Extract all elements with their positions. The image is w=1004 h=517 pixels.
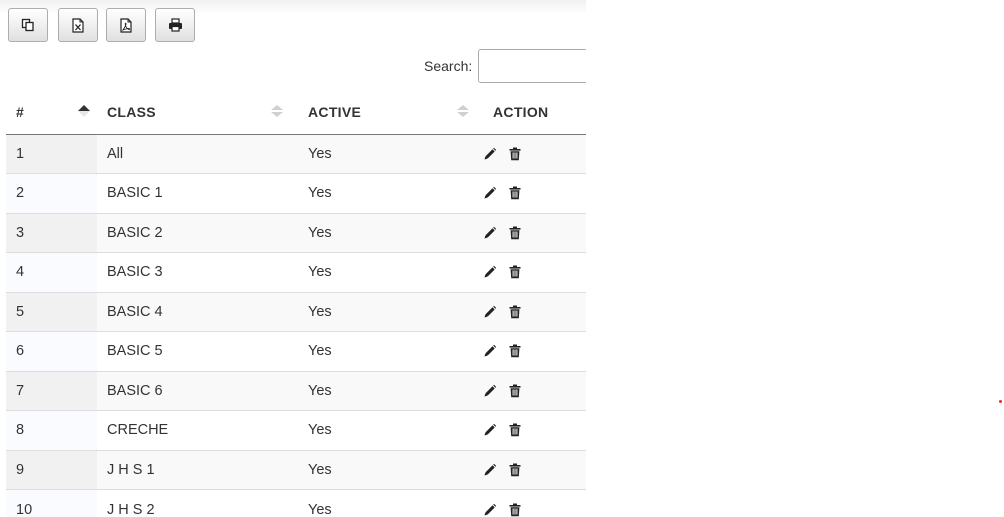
table-row: 1 All Yes	[6, 134, 586, 174]
cell-class: BASIC 4	[97, 291, 298, 332]
cell-active: Yes	[298, 370, 483, 411]
delete-icon[interactable]	[509, 344, 521, 358]
table-row: 3 BASIC 2 Yes	[6, 212, 586, 253]
cell-actions	[483, 212, 586, 253]
cell-actions	[483, 410, 586, 450]
search-input[interactable]	[478, 49, 586, 83]
table-row: 10 J H S 2 Yes	[6, 489, 586, 517]
stray-dot	[999, 400, 1002, 403]
cell-number: 1	[6, 134, 97, 174]
column-header-number[interactable]: #	[6, 90, 97, 135]
edit-icon[interactable]	[483, 423, 497, 437]
column-header-active[interactable]: ACTIVE	[298, 90, 483, 135]
table-row: 7 BASIC 6 Yes	[6, 370, 586, 411]
cell-active: Yes	[298, 489, 483, 517]
cell-number: 10	[6, 489, 97, 517]
excel-button[interactable]	[58, 8, 98, 42]
cell-class: BASIC 5	[97, 331, 298, 371]
table-panel: Search: # CLASS ACTIVE ACTION 1 All Yes …	[0, 0, 586, 517]
cell-class: All	[97, 134, 298, 174]
search-bar: Search:	[0, 49, 586, 83]
cell-active: Yes	[298, 252, 483, 292]
table-row: 4 BASIC 3 Yes	[6, 252, 586, 292]
cell-actions	[483, 370, 586, 411]
cell-active: Yes	[298, 173, 483, 213]
cell-active: Yes	[298, 331, 483, 371]
cell-class: BASIC 1	[97, 173, 298, 213]
delete-icon[interactable]	[509, 226, 521, 240]
cell-actions	[483, 331, 586, 371]
delete-icon[interactable]	[509, 503, 521, 517]
table-row: 5 BASIC 4 Yes	[6, 291, 586, 332]
copy-button[interactable]	[8, 8, 48, 42]
delete-icon[interactable]	[509, 305, 521, 319]
delete-icon[interactable]	[509, 463, 521, 477]
cell-actions	[483, 449, 586, 490]
cell-active: Yes	[298, 410, 483, 450]
column-header-action: ACTION	[483, 90, 586, 135]
delete-icon[interactable]	[509, 147, 521, 161]
print-icon	[168, 18, 183, 32]
cell-active: Yes	[298, 134, 483, 174]
table-row: 8 CRECHE Yes	[6, 410, 586, 450]
edit-icon[interactable]	[483, 226, 497, 240]
sort-both-icon	[455, 104, 471, 121]
delete-icon[interactable]	[509, 384, 521, 398]
cell-number: 8	[6, 410, 97, 450]
search-label: Search:	[424, 58, 473, 74]
pdf-file-icon	[120, 17, 132, 33]
cell-class: J H S 2	[97, 489, 298, 517]
edit-icon[interactable]	[483, 463, 497, 477]
delete-icon[interactable]	[509, 423, 521, 437]
table-row: 9J H S 1 Yes	[6, 449, 586, 490]
edit-icon[interactable]	[483, 384, 497, 398]
cell-class: CRECHE	[97, 410, 298, 450]
delete-icon[interactable]	[509, 265, 521, 279]
classes-table: # CLASS ACTIVE ACTION 1 All Yes 2 BASIC …	[6, 90, 586, 517]
cell-class: BASIC 2	[97, 212, 298, 253]
delete-icon[interactable]	[509, 186, 521, 200]
cell-active: Yes	[298, 449, 483, 490]
cell-number: 2	[6, 173, 97, 213]
cell-actions	[483, 173, 586, 213]
pdf-button[interactable]	[106, 8, 146, 42]
cell-number: 3	[6, 212, 97, 253]
table-header-row: # CLASS ACTIVE ACTION	[6, 90, 586, 135]
cell-number: 5	[6, 291, 97, 332]
cell-number: 9	[6, 449, 97, 490]
column-label: #	[16, 103, 25, 120]
table-row: 2 BASIC 1 Yes	[6, 173, 586, 213]
cell-actions	[483, 291, 586, 332]
cell-number: 4	[6, 252, 97, 292]
cell-class: BASIC 6	[97, 370, 298, 411]
column-label: ACTION	[493, 103, 549, 120]
cell-number: 6	[6, 331, 97, 371]
column-label: CLASS	[107, 103, 156, 120]
cell-class: J H S 1	[97, 449, 298, 490]
sort-ascending-icon	[76, 104, 92, 121]
cell-class: BASIC 3	[97, 252, 298, 292]
column-label: ACTIVE	[308, 103, 362, 120]
edit-icon[interactable]	[483, 305, 497, 319]
print-button[interactable]	[155, 8, 195, 42]
copy-icon	[21, 18, 35, 32]
edit-icon[interactable]	[483, 265, 497, 279]
cell-active: Yes	[298, 291, 483, 332]
edit-icon[interactable]	[483, 503, 497, 517]
edit-icon[interactable]	[483, 186, 497, 200]
edit-icon[interactable]	[483, 344, 497, 358]
excel-file-icon	[72, 17, 84, 33]
table-row: 6 BASIC 5 Yes	[6, 331, 586, 371]
edit-icon[interactable]	[483, 147, 497, 161]
cell-number: 7	[6, 370, 97, 411]
sort-both-icon	[269, 104, 285, 121]
cell-actions	[483, 134, 586, 174]
cell-actions	[483, 252, 586, 292]
cell-active: Yes	[298, 212, 483, 253]
column-header-class[interactable]: CLASS	[97, 90, 298, 135]
cell-actions	[483, 489, 586, 517]
